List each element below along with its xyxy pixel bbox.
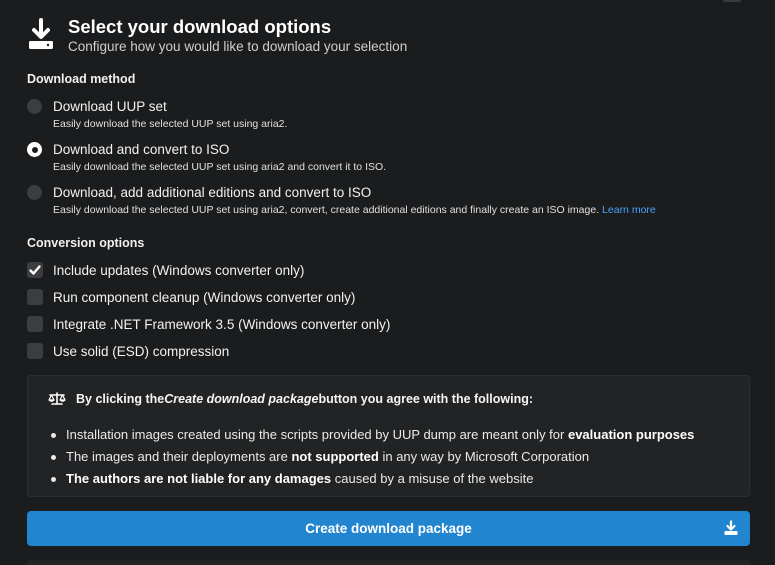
download-method-heading: Download method xyxy=(27,72,136,86)
page-header: Select your download options Configure h… xyxy=(26,16,407,54)
notice-item: The images and their deployments are not… xyxy=(50,446,694,468)
radio-button[interactable] xyxy=(27,99,42,114)
radio-description: Easily download the selected UUP set usi… xyxy=(53,161,387,173)
radio-description: Easily download the selected UUP set usi… xyxy=(53,204,656,216)
checkbox-component-cleanup[interactable]: Run component cleanup (Windows converter… xyxy=(27,289,355,305)
page-title: Select your download options xyxy=(68,16,332,37)
checkbox-include-updates[interactable]: Include updates (Windows converter only) xyxy=(27,262,304,278)
create-button-label: Create download package xyxy=(305,521,472,536)
page-subtitle: Configure how you would like to download… xyxy=(68,39,408,54)
download-icon xyxy=(29,18,53,49)
conversion-options-heading: Conversion options xyxy=(27,236,145,250)
notice-heading-suffix: button you agree with the following: xyxy=(318,392,534,406)
radio-download-additional-editions[interactable]: Download, add additional editions and co… xyxy=(27,184,656,216)
notice-heading: By clicking the Create download package … xyxy=(48,392,533,406)
notice-heading-emphasis: Create download package xyxy=(164,392,319,406)
balance-scale-icon xyxy=(48,392,66,405)
notice-bold-text: The authors are not liable for any damag… xyxy=(66,471,332,486)
notice-text: caused by a misuse of the website xyxy=(331,471,534,486)
notice-item: The authors are not liable for any damag… xyxy=(50,468,694,490)
radio-button-selected[interactable] xyxy=(27,142,42,157)
checkbox-checked[interactable] xyxy=(27,262,43,278)
notice-bold-text: evaluation purposes xyxy=(567,427,695,442)
checkbox-label: Use solid (ESD) compression xyxy=(53,343,230,359)
notice-text: The images and their deployments are xyxy=(66,449,292,464)
checkbox-integrate-netfx[interactable]: Integrate .NET Framework 3.5 (Windows co… xyxy=(27,316,390,332)
checkbox-label: Include updates (Windows converter only) xyxy=(53,262,305,278)
learn-more-link[interactable]: Learn more xyxy=(602,204,656,216)
radio-label: Download and convert to ISO xyxy=(53,142,230,157)
checkmark-icon xyxy=(29,265,41,275)
notice-text: Installation images created using the sc… xyxy=(66,427,568,442)
checkbox-solid-esd[interactable]: Use solid (ESD) compression xyxy=(27,343,229,359)
checkbox[interactable] xyxy=(27,289,43,305)
checkbox[interactable] xyxy=(27,343,43,359)
notice-list: Installation images created using the sc… xyxy=(50,424,694,490)
download-icon xyxy=(724,520,738,535)
checkbox-label: Integrate .NET Framework 3.5 (Windows co… xyxy=(53,316,391,332)
notice-bold-text: not supported xyxy=(291,449,379,464)
radio-button[interactable] xyxy=(27,185,42,200)
agreement-notice: By clicking the Create download package … xyxy=(27,375,750,497)
top-menu-fragment[interactable] xyxy=(723,0,741,2)
radio-download-convert-iso[interactable]: Download and convert to ISO Easily downl… xyxy=(27,141,386,173)
checkbox[interactable] xyxy=(27,316,43,332)
notice-text: in any way by Microsoft Corporation xyxy=(378,449,590,464)
notice-item: Installation images created using the sc… xyxy=(50,424,694,446)
radio-label: Download, add additional editions and co… xyxy=(53,185,372,200)
checkbox-label: Run component cleanup (Windows converter… xyxy=(53,289,356,305)
radio-description-text: Easily download the selected UUP set usi… xyxy=(53,204,600,216)
next-section-edge xyxy=(27,560,750,565)
radio-label: Download UUP set xyxy=(53,99,167,114)
create-download-package-button[interactable]: Create download package xyxy=(27,511,750,546)
top-edge xyxy=(0,0,775,6)
radio-download-uup-set[interactable]: Download UUP set Easily download the sel… xyxy=(27,98,287,130)
notice-heading-prefix: By clicking the xyxy=(76,392,165,406)
radio-description: Easily download the selected UUP set usi… xyxy=(53,118,288,130)
